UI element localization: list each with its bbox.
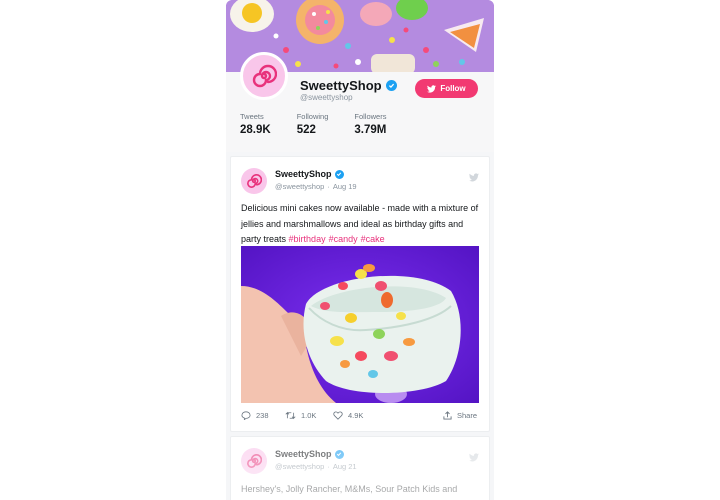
share-icon [443, 411, 452, 420]
swirl-logo-icon [252, 64, 277, 88]
retweet-count: 1.0K [301, 411, 317, 420]
profile-name[interactable]: SweettyShop [300, 78, 382, 93]
stat-label: Followers [354, 112, 387, 121]
tweet-author-row: SweettyShop [275, 449, 344, 459]
reply-count: 238 [256, 411, 269, 420]
reply-action[interactable]: 238 [241, 411, 269, 420]
stat-value: 522 [296, 124, 316, 136]
tweet-author-name[interactable]: SweettyShop [275, 169, 332, 179]
stat-tweets[interactable]: Tweets 28.9K [240, 112, 271, 136]
tweet-card[interactable]: SweettyShop @sweettyshop · Aug 19 Deliciou… [230, 156, 490, 432]
hashtag-link[interactable]: #birthday [289, 234, 326, 244]
twitter-bird-icon[interactable] [469, 169, 479, 187]
stat-following[interactable]: Following 522 [297, 112, 329, 136]
swirl-logo-icon [247, 174, 262, 188]
tweet-date[interactable]: Aug 19 [333, 182, 357, 191]
tweet-body: Hershey's, Jolly Rancher, M&Ms, Sour Pat… [241, 484, 458, 494]
like-action[interactable]: 4.9K [333, 411, 363, 420]
profile-name-row: SweettyShop [300, 78, 397, 93]
tweet-meta: @sweettyshop · Aug 19 [275, 182, 357, 191]
reply-icon [241, 411, 251, 420]
heart-icon [333, 411, 343, 420]
profile-stats: Tweets 28.9K Following 522 Followers 3.7… [240, 112, 412, 136]
tweet-avatar[interactable] [241, 168, 267, 194]
swirl-logo-icon [247, 454, 262, 468]
tweet-avatar[interactable] [241, 448, 267, 474]
follow-label: Follow [440, 84, 466, 93]
tweet-handle[interactable]: @sweettyshop [275, 182, 324, 191]
stat-value: 28.9K [240, 124, 271, 136]
tweet-handle[interactable]: @sweettyshop [275, 462, 324, 471]
profile-header: SweettyShop @sweettyshop Follow Tweets 2… [226, 52, 494, 152]
share-action[interactable]: Share [443, 411, 477, 420]
twitter-bird-icon [427, 84, 437, 93]
tweet-author-name[interactable]: SweettyShop [275, 449, 332, 459]
verified-icon [334, 449, 344, 459]
tweet-meta: @sweettyshop · Aug 21 [275, 462, 357, 471]
twitter-bird-icon[interactable] [469, 449, 479, 467]
twitter-timeline-widget: SweettyShop @sweettyshop Follow Tweets 2… [226, 0, 494, 500]
share-label: Share [457, 411, 478, 420]
hashtag-link[interactable]: #cake [361, 234, 385, 244]
like-count: 4.9K [348, 411, 364, 420]
retweet-action[interactable]: 1.0K [285, 411, 316, 420]
tweet-hashtags: #birthday #candy #cake [289, 234, 388, 244]
verified-icon [334, 169, 344, 179]
retweet-icon [285, 411, 296, 420]
profile-handle[interactable]: @sweettyshop [300, 93, 353, 102]
tweet-card[interactable]: SweettyShop @sweettyshop · Aug 21 Hershey'… [230, 436, 490, 500]
tweet-actions: 238 1.0K 4.9K Share [241, 411, 479, 425]
stat-label: Following [296, 112, 329, 121]
stat-label: Tweets [240, 112, 264, 121]
hashtag-link[interactable]: #candy [329, 234, 358, 244]
tweet-image[interactable] [241, 246, 479, 403]
verified-icon [385, 80, 397, 91]
avatar[interactable] [240, 52, 288, 100]
stat-followers[interactable]: Followers 3.79M [354, 112, 386, 136]
tweet-author-row: SweettyShop [275, 169, 344, 179]
follow-button[interactable]: Follow [415, 79, 478, 98]
tweet-text: Delicious mini cakes now available - mad… [241, 201, 481, 248]
stat-value: 3.79M [354, 124, 387, 136]
tweet-date[interactable]: Aug 21 [333, 462, 357, 471]
